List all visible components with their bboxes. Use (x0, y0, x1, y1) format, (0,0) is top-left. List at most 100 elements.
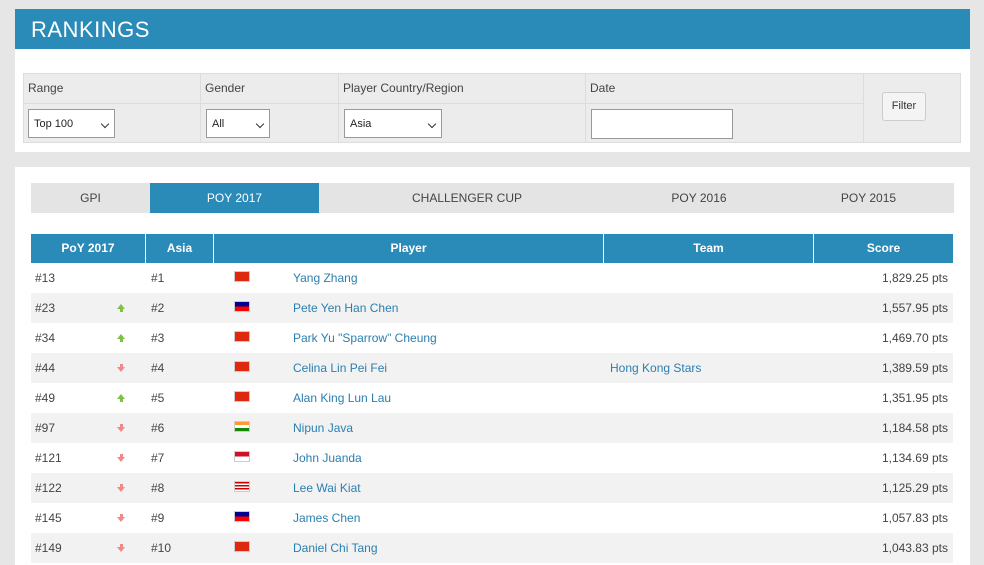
score-value: 1,057.83 pts (881, 511, 948, 525)
poy-rank: #122 (35, 481, 62, 495)
gender-label: Gender (205, 81, 246, 95)
india-flag (234, 421, 250, 432)
player-link[interactable]: Park Yu "Sparrow" Cheung (293, 323, 437, 353)
tab-poy-2016[interactable]: POY 2016 (615, 183, 783, 213)
country-filter: Player Country/Region Asia (339, 74, 586, 142)
asia-rank: #5 (151, 391, 165, 405)
gender-filter: Gender All (201, 74, 339, 142)
table-row[interactable]: #122 #8 Lee Wai Kiat 1,125.29 pts (31, 473, 953, 503)
range-select-value: Top 100 (34, 118, 74, 130)
chevron-down-icon (255, 119, 265, 129)
page-title: RANKINGS (31, 17, 150, 42)
poy-rank: #44 (35, 361, 56, 375)
player-link[interactable]: Pete Yen Han Chen (293, 293, 398, 323)
date-label: Date (590, 81, 616, 95)
trend-down-icon (117, 484, 125, 494)
rankings-panel: GPI POY 2017 CHALLENGER CUP POY 2016 POY… (15, 167, 970, 565)
trend-up-icon (117, 304, 125, 314)
column-player[interactable]: Player (214, 234, 604, 263)
country-select[interactable]: Asia (344, 109, 442, 138)
player-link[interactable]: James Chen (293, 503, 360, 533)
gender-select-value: All (212, 118, 225, 130)
trend-down-icon (117, 544, 125, 554)
trend-down-icon (117, 454, 125, 464)
poy-rank: #34 (35, 331, 56, 345)
asia-rank: #9 (151, 511, 165, 525)
poy-rank: #149 (35, 541, 62, 555)
range-label: Range (28, 81, 64, 95)
filter-bar: Range Top 100 Gender All Player Country/… (23, 73, 961, 143)
asia-rank: #10 (151, 541, 172, 555)
column-team[interactable]: Team (604, 234, 814, 263)
date-filter: Date (586, 74, 864, 142)
poy-rank: #97 (35, 421, 56, 435)
player-link[interactable]: John Juanda (293, 443, 362, 473)
team-link[interactable]: Hong Kong Stars (610, 353, 701, 383)
arrow-up-icon (117, 394, 125, 402)
poy-rank: #121 (35, 451, 62, 465)
hong-kong-flag (234, 331, 250, 342)
column-score[interactable]: Score (814, 234, 953, 263)
score-value: 1,184.58 pts (881, 421, 948, 435)
country-select-value: Asia (350, 118, 372, 130)
hong-kong-flag (234, 541, 250, 552)
player-link[interactable]: Lee Wai Kiat (293, 473, 361, 503)
trend-down-icon (117, 424, 125, 434)
tab-poy-2017[interactable]: POY 2017 (150, 183, 319, 213)
score-value: 1,125.29 pts (881, 481, 948, 495)
taiwan-flag (234, 301, 250, 312)
column-poy[interactable]: PoY 2017 (31, 234, 146, 263)
score-value: 1,043.83 pts (881, 541, 948, 555)
poy-rank: #23 (35, 301, 56, 315)
asia-rank: #7 (151, 451, 165, 465)
date-input[interactable] (591, 109, 733, 139)
table-row[interactable]: #34 #3 Park Yu "Sparrow" Cheung 1,469.70 pt… (31, 323, 953, 353)
score-value: 1,351.95 pts (881, 391, 948, 405)
poy-rank: #49 (35, 391, 56, 405)
asia-rank: #1 (151, 271, 165, 285)
arrow-down-icon (117, 484, 125, 492)
tab-poy-2015[interactable]: POY 2015 (783, 183, 954, 213)
table-row[interactable]: #97 #6 Nipun Java 1,184.58 pts (31, 413, 953, 443)
player-link[interactable]: Daniel Chi Tang (293, 533, 378, 563)
arrow-down-icon (117, 424, 125, 432)
tab-gpi[interactable]: GPI (31, 183, 150, 213)
column-asia[interactable]: Asia (146, 234, 214, 263)
table-row[interactable]: #44 #4 Celina Lin Pei Fei Hong Kong Stars 1,… (31, 353, 953, 383)
malaysia-flag (234, 481, 250, 492)
player-link[interactable]: Celina Lin Pei Fei (293, 353, 387, 383)
arrow-down-icon (117, 514, 125, 522)
table-row[interactable]: #121 #7 John Juanda 1,134.69 pts (31, 443, 953, 473)
trend-down-icon (117, 514, 125, 524)
range-select[interactable]: Top 100 (28, 109, 115, 138)
arrow-down-icon (117, 544, 125, 552)
table-row[interactable]: #145 #9 James Chen 1,057.83 pts (31, 503, 953, 533)
ranking-tabs: GPI POY 2017 CHALLENGER CUP POY 2016 POY… (31, 183, 954, 213)
trend-down-icon (117, 364, 125, 374)
table-row[interactable]: #49 #5 Alan King Lun Lau 1,351.95 pts (31, 383, 953, 413)
asia-rank: #4 (151, 361, 165, 375)
table-row[interactable]: #23 #2 Pete Yen Han Chen 1,557.95 pts (31, 293, 953, 323)
poy-rank: #13 (35, 271, 56, 285)
poy-rank: #145 (35, 511, 62, 525)
score-value: 1,134.69 pts (881, 451, 948, 465)
rankings-header: RANKINGS (15, 9, 970, 49)
asia-rank: #3 (151, 331, 165, 345)
player-link[interactable]: Yang Zhang (293, 263, 358, 293)
arrow-down-icon (117, 364, 125, 372)
range-filter: Range Top 100 (24, 74, 201, 142)
player-link[interactable]: Nipun Java (293, 413, 353, 443)
table-row[interactable]: #13 #1 Yang Zhang 1,829.25 pts (31, 263, 953, 293)
trend-up-icon (117, 394, 125, 404)
arrow-up-icon (117, 304, 125, 312)
arrow-up-icon (117, 334, 125, 342)
tab-challenger-cup[interactable]: CHALLENGER CUP (319, 183, 615, 213)
player-link[interactable]: Alan King Lun Lau (293, 383, 391, 413)
table-row[interactable]: #149 #10 Daniel Chi Tang 1,043.83 pts (31, 533, 953, 563)
gender-select[interactable]: All (206, 109, 270, 138)
asia-rank: #8 (151, 481, 165, 495)
asia-rank: #6 (151, 421, 165, 435)
arrow-down-icon (117, 454, 125, 462)
score-value: 1,829.25 pts (881, 271, 948, 285)
filter-button[interactable]: Filter (882, 92, 926, 121)
